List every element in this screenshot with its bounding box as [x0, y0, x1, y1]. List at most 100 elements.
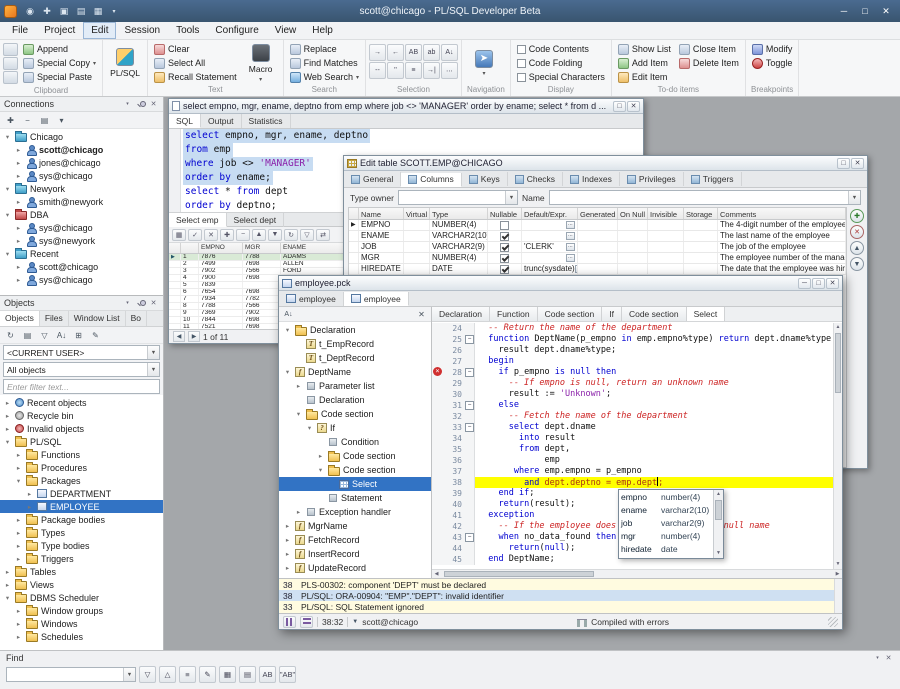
- sql-tab-output[interactable]: Output: [201, 114, 242, 128]
- expand-icon[interactable]: ▸: [14, 633, 23, 641]
- pin-icon[interactable]: [135, 99, 146, 110]
- indent-icon[interactable]: →: [369, 44, 386, 61]
- expand-icon[interactable]: ▾: [305, 424, 314, 432]
- expand-all-icon[interactable]: ⊞: [71, 329, 86, 342]
- expand-icon[interactable]: ▸: [14, 516, 23, 524]
- expand-icon[interactable]: ▸: [14, 620, 23, 628]
- autocomplete-item[interactable]: mgrnumber(4): [619, 529, 713, 542]
- edit-table-titlebar[interactable]: Edit table SCOTT.EMP@CHICAGO □ ✕: [344, 156, 867, 171]
- nullable-checkbox[interactable]: [500, 243, 509, 252]
- nullable-checkbox[interactable]: [500, 265, 509, 274]
- expand-icon[interactable]: ▸: [14, 555, 23, 563]
- doc-tab-employee-2[interactable]: employee: [344, 292, 409, 306]
- fold-icon[interactable]: [464, 532, 475, 543]
- breadcrumb-code-section[interactable]: Code section: [538, 307, 603, 321]
- object-item-dbms-scheduler[interactable]: ▾DBMS Scheduler: [0, 591, 163, 604]
- column-row-ename[interactable]: ENAMEVARCHAR2(10)⋯The last name of the e…: [349, 231, 846, 242]
- connection-item-newyork[interactable]: ▾Newyork: [0, 182, 163, 195]
- connect-icon[interactable]: ◉: [22, 4, 38, 19]
- scroll-up-icon[interactable]: ▲: [834, 323, 842, 332]
- replace-button[interactable]: Replace: [287, 42, 362, 56]
- column-header-name[interactable]: Name: [359, 208, 404, 219]
- close-window-button[interactable]: ✕: [627, 101, 640, 112]
- objects-tab-objects[interactable]: Objects: [0, 311, 40, 326]
- fold-icon[interactable]: [464, 334, 475, 345]
- code-tree-item-code-section[interactable]: ▾Code section: [279, 463, 431, 477]
- refresh-icon[interactable]: ↻: [284, 229, 298, 241]
- error-row[interactable]: 38PL/SQL: ORA-00904: "EMP"."DEPT": inval…: [279, 590, 842, 601]
- connection-item-sys-chicago[interactable]: ▸sys@chicago: [0, 169, 163, 182]
- restore-button[interactable]: □: [613, 101, 626, 112]
- object-item-schedules[interactable]: ▸Schedules: [0, 630, 163, 643]
- expand-icon[interactable]: ▾: [3, 438, 12, 446]
- resize-grip[interactable]: [828, 617, 838, 627]
- web-search-button[interactable]: Web Search▾: [287, 70, 362, 84]
- menu-file[interactable]: File: [4, 22, 36, 39]
- object-item-recent-objects[interactable]: ▸Recent objects: [0, 396, 163, 409]
- breadcrumb-code-section[interactable]: Code section: [622, 307, 687, 321]
- macro-button[interactable]: Macro ▾: [242, 42, 280, 84]
- expand-icon[interactable]: ▾: [3, 594, 12, 602]
- more-icon[interactable]: ⋯: [441, 62, 458, 79]
- expand-icon[interactable]: ▸: [3, 581, 12, 589]
- edit-table-tab-privileges[interactable]: Privileges: [620, 172, 684, 186]
- add-record-icon[interactable]: ✚: [220, 229, 234, 241]
- pin-icon[interactable]: [135, 298, 146, 309]
- expand-icon[interactable]: ▸: [14, 198, 23, 206]
- save-icon[interactable]: ▣: [56, 4, 72, 19]
- close-pane-icon[interactable]: ✕: [414, 308, 429, 321]
- panel-close-icon[interactable]: ✕: [148, 298, 159, 309]
- plsql-button[interactable]: PL/SQL: [106, 42, 144, 84]
- code-folding-toggle[interactable]: Code Folding: [514, 56, 608, 70]
- menu-tools[interactable]: Tools: [168, 22, 207, 39]
- clear-button[interactable]: Clear: [151, 42, 240, 56]
- append-button[interactable]: Append: [20, 42, 99, 56]
- error-row[interactable]: 33PL/SQL: SQL Statement ignored: [279, 601, 842, 612]
- expand-icon[interactable]: ▾: [3, 133, 12, 141]
- object-item-employee[interactable]: ▸EMPLOYEE: [0, 500, 163, 513]
- object-item-type-bodies[interactable]: ▸Type bodies: [0, 539, 163, 552]
- expand-icon[interactable]: ▸: [14, 276, 23, 284]
- panel-menu-icon[interactable]: ▾: [122, 99, 133, 110]
- scroll-left-icon[interactable]: ◀: [432, 570, 441, 578]
- connection-item-sys-chicago[interactable]: ▸sys@chicago: [0, 221, 163, 234]
- fold-icon[interactable]: [464, 400, 475, 411]
- connection-item-jones-chicago[interactable]: ▸jones@chicago: [0, 156, 163, 169]
- edit-table-tab-general[interactable]: General: [344, 172, 401, 186]
- column-row-mgr[interactable]: MGRNUMBER(4)⋯The employee number of the …: [349, 253, 846, 264]
- code-tree-item-statement[interactable]: Statement: [279, 491, 431, 505]
- rollback-icon[interactable]: ✕: [204, 229, 218, 241]
- code-tree-item-declaration[interactable]: ▾Declaration: [279, 323, 431, 337]
- menu-view[interactable]: View: [267, 22, 305, 39]
- expand-icon[interactable]: ▸: [14, 542, 23, 550]
- previous-record-button[interactable]: ◀: [173, 331, 185, 342]
- expand-icon[interactable]: ▾: [3, 211, 12, 219]
- column-header-comments[interactable]: Comments: [718, 208, 846, 219]
- column-header-invisible[interactable]: Invisible: [648, 208, 684, 219]
- recall-statement-button[interactable]: Recall Statement: [151, 70, 240, 84]
- expand-icon[interactable]: ▸: [294, 508, 303, 516]
- next-record-button[interactable]: ▶: [188, 331, 200, 342]
- select-all-button[interactable]: Select All: [151, 56, 240, 70]
- expand-icon[interactable]: ▾: [283, 368, 292, 376]
- expand-icon[interactable]: ▾: [3, 250, 12, 258]
- code-tree-item-updaterecord[interactable]: ▸fUpdateRecord: [279, 561, 431, 575]
- expand-icon[interactable]: ▸: [14, 263, 23, 271]
- code-tree-item-code-section[interactable]: ▸Code section: [279, 449, 431, 463]
- column-header-empno[interactable]: EMPNO: [199, 243, 243, 253]
- autocomplete-item[interactable]: empnonumber(4): [619, 490, 713, 503]
- column-header-on-null[interactable]: On Null: [618, 208, 648, 219]
- connections-menu-icon[interactable]: ▾: [54, 114, 69, 127]
- modify-button[interactable]: Modify: [749, 42, 796, 56]
- code-tree-item-t-deptrecord[interactable]: Tt_DeptRecord: [279, 351, 431, 365]
- chevron-down-icon[interactable]: ▼: [352, 619, 358, 625]
- expand-icon[interactable]: ▸: [14, 464, 23, 472]
- special-copy-button[interactable]: Special Copy▾: [20, 56, 99, 70]
- expand-icon[interactable]: ▸: [294, 382, 303, 390]
- code-tree-item-t-emprecord[interactable]: Tt_EmpRecord: [279, 337, 431, 351]
- expand-icon[interactable]: ▸: [14, 607, 23, 615]
- autocomplete-scrollbar[interactable]: ▲ ▼: [713, 490, 723, 558]
- column-header-mgr[interactable]: MGR: [243, 243, 281, 253]
- menu-help[interactable]: Help: [304, 22, 341, 39]
- move-down-icon[interactable]: ▼: [850, 257, 864, 271]
